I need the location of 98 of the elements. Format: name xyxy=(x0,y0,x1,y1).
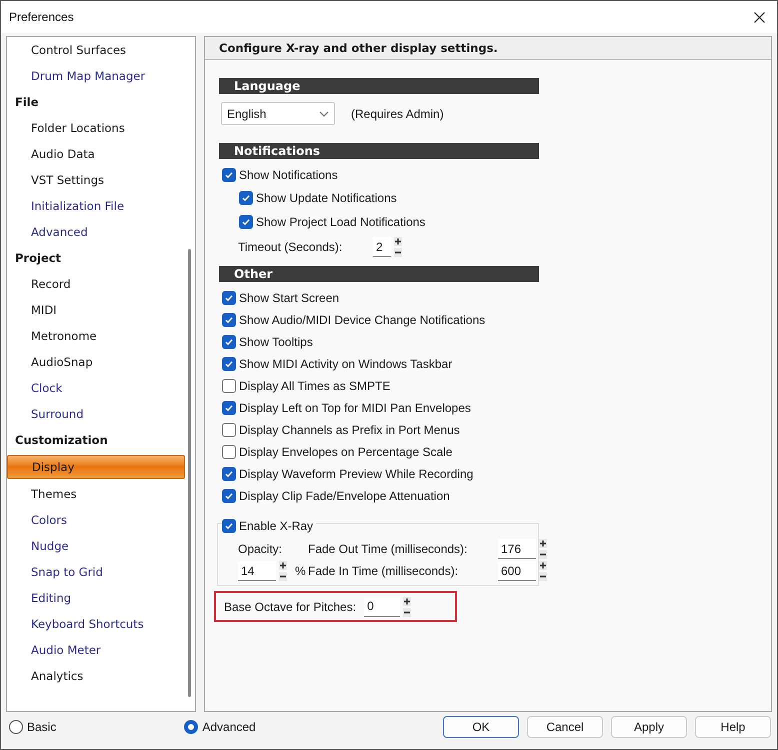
checkbox[interactable] xyxy=(222,445,236,459)
dialog-button[interactable]: Help xyxy=(695,716,771,738)
sidebar-heading: File xyxy=(14,94,40,111)
sidebar-item[interactable]: Analytics xyxy=(7,663,185,689)
sidebar-item[interactable]: VST Settings xyxy=(7,167,185,193)
fade-in-label: Fade In Time (milliseconds): xyxy=(308,564,460,578)
checkbox[interactable] xyxy=(222,401,236,415)
sidebar-item[interactable]: Colors xyxy=(7,507,185,533)
checkbox[interactable] xyxy=(222,357,236,371)
sidebar-item[interactable]: Display xyxy=(7,455,185,479)
dialog-button[interactable]: Cancel xyxy=(527,716,603,738)
radio-button[interactable] xyxy=(9,720,23,734)
checkbox[interactable] xyxy=(239,215,253,229)
checkbox-label: Display All Times as SMPTE xyxy=(239,379,390,393)
sidebar-item[interactable]: Record xyxy=(7,271,185,297)
radio-label[interactable]: Basic xyxy=(27,720,56,734)
sidebar-item[interactable]: Folder Locations xyxy=(7,115,185,141)
number-field[interactable]: 600 xyxy=(498,561,536,581)
number-field[interactable]: 14 xyxy=(238,561,276,581)
checkbox-label: Show Project Load Notifications xyxy=(256,215,426,229)
spin-icon[interactable] xyxy=(403,596,412,616)
sidebar-item[interactable]: MIDI xyxy=(7,297,185,323)
checkbox[interactable] xyxy=(239,191,253,205)
checkbox[interactable] xyxy=(222,313,236,327)
section-header: Notifications xyxy=(219,143,539,159)
sidebar-item[interactable]: Initialization File xyxy=(7,193,185,219)
panel-header: Configure X-ray and other display settings. xyxy=(205,37,771,60)
check-icon xyxy=(224,337,234,347)
check-icon xyxy=(224,359,234,369)
spin-icon[interactable] xyxy=(539,561,547,581)
sidebar-heading: Customization xyxy=(14,432,109,449)
checkbox[interactable] xyxy=(222,423,236,437)
checkbox-label: Display Waveform Preview While Recording xyxy=(239,467,474,481)
sidebar-item[interactable]: Snap to Grid xyxy=(7,559,185,585)
checkbox-label: Display Left on Top for MIDI Pan Envelopes xyxy=(239,401,471,415)
number-field[interactable]: 176 xyxy=(498,539,536,559)
checkbox[interactable] xyxy=(222,168,236,182)
close-icon[interactable] xyxy=(754,12,765,22)
opacity-label: Opacity: xyxy=(237,542,284,556)
checkbox-label: Enable X-Ray xyxy=(239,519,314,533)
check-icon xyxy=(224,491,234,501)
unit-label: % xyxy=(295,564,306,578)
checkbox[interactable] xyxy=(222,335,236,349)
scrollbar[interactable] xyxy=(188,249,191,697)
fade-out-label: Fade Out Time (milliseconds): xyxy=(308,542,468,556)
sidebar-item[interactable]: Clock xyxy=(7,375,185,401)
checkbox-label: Show Start Screen xyxy=(239,291,340,305)
sidebar-item[interactable]: Audio Meter xyxy=(7,637,185,663)
checkbox[interactable] xyxy=(222,519,236,533)
sidebar-item[interactable]: Themes xyxy=(7,481,185,507)
check-icon xyxy=(224,293,234,303)
dialog-button[interactable]: Apply xyxy=(611,716,687,738)
checkbox-label: Show Notifications xyxy=(239,168,338,182)
section-header: Language xyxy=(219,78,539,94)
check-icon xyxy=(224,170,234,180)
radio-button[interactable] xyxy=(184,720,198,734)
chevron-down-icon xyxy=(319,110,329,116)
check-icon xyxy=(224,403,234,413)
number-field[interactable]: 2 xyxy=(373,237,391,257)
checkbox[interactable] xyxy=(222,467,236,481)
checkbox[interactable] xyxy=(222,379,236,393)
sidebar-item[interactable]: Metronome xyxy=(7,323,185,349)
spin-icon[interactable] xyxy=(539,539,547,559)
sidebar-item[interactable]: Keyboard Shortcuts xyxy=(7,611,185,637)
number-field[interactable]: 0 xyxy=(364,596,400,616)
octave-label: Base Octave for Pitches: xyxy=(224,600,356,614)
note-text: (Requires Admin) xyxy=(351,106,444,120)
sidebar-item[interactable]: Audio Data xyxy=(7,141,185,167)
section-header: Other xyxy=(219,266,539,282)
check-icon xyxy=(224,469,234,479)
sidebar-item[interactable]: Nudge xyxy=(7,533,185,559)
sidebar-item[interactable]: Drum Map Manager xyxy=(7,63,185,89)
sidebar-item[interactable]: Editing xyxy=(7,585,185,611)
checkbox-label: Display Envelopes on Percentage Scale xyxy=(239,445,452,459)
checkbox-label: Display Channels as Prefix in Port Menus xyxy=(239,423,460,437)
sidebar-heading: Project xyxy=(14,250,62,267)
check-icon xyxy=(241,217,251,227)
timeout-label: Timeout (Seconds): xyxy=(238,240,344,254)
sidebar-item[interactable]: Control Surfaces xyxy=(7,37,185,63)
spin-icon[interactable] xyxy=(394,237,402,257)
language-dropdown[interactable]: English xyxy=(221,102,335,125)
checkbox-label: Show Tooltips xyxy=(239,335,313,349)
checkbox[interactable] xyxy=(222,291,236,305)
sidebar-item[interactable]: AudioSnap xyxy=(7,349,185,375)
check-icon xyxy=(241,193,251,203)
check-icon xyxy=(224,315,234,325)
checkbox-label: Display Clip Fade/Envelope Attenuation xyxy=(239,489,450,503)
checkbox-label: Show Update Notifications xyxy=(256,191,397,205)
checkbox[interactable] xyxy=(222,489,236,503)
dialog-button[interactable]: OK xyxy=(443,716,519,738)
sidebar-item[interactable]: Advanced xyxy=(7,219,185,245)
checkbox-label: Show Audio/MIDI Device Change Notifications xyxy=(239,313,486,327)
sidebar-item[interactable]: Surround xyxy=(7,401,185,427)
radio-label[interactable]: Advanced xyxy=(202,720,256,734)
spin-icon[interactable] xyxy=(279,561,287,581)
check-icon xyxy=(224,521,234,531)
window-title: Preferences xyxy=(9,10,74,24)
checkbox-label: Show MIDI Activity on Windows Taskbar xyxy=(239,357,452,371)
